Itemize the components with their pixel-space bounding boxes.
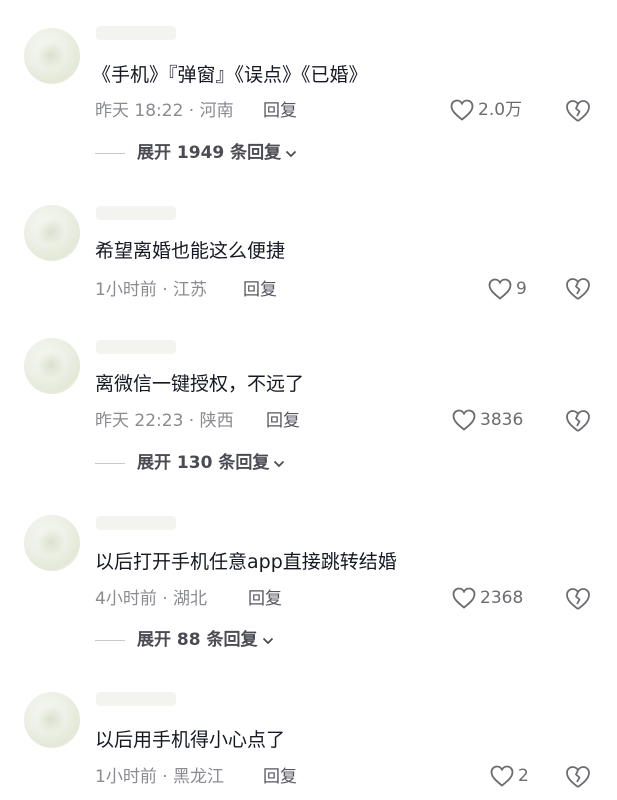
heart-outline-icon [490,765,514,787]
chevron-down-icon [262,631,274,650]
comment-text: 《手机》『弹窗』《误点》《已婚》 [92,64,368,86]
broken-heart-icon [565,99,591,123]
avatar[interactable] [24,692,80,748]
broken-heart-icon [565,765,591,789]
expand-replies-label: 展开 1949 条回复 [137,143,282,163]
reply-button[interactable]: 回复 [243,278,277,302]
heart-outline-icon [450,99,474,121]
heart-outline-icon [488,278,512,300]
username-placeholder [96,206,176,220]
expand-replies-button[interactable]: 展开 1949 条回复 [95,141,297,165]
expand-replies-label: 展开 130 条回复 [137,453,270,473]
comment-meta: 昨天 18:22 · 河南 [95,101,234,121]
like-count: 2 [518,766,529,786]
reply-button[interactable]: 回复 [266,409,300,433]
reply-button[interactable]: 回复 [263,765,297,789]
username-placeholder [96,340,176,354]
chevron-down-icon [285,144,297,163]
dislike-button[interactable] [565,765,591,789]
comment-text: 离微信一键授权，不远了 [95,373,305,395]
dislike-button[interactable] [565,409,591,433]
reply-button[interactable]: 回复 [263,99,297,123]
avatar[interactable] [24,338,80,394]
broken-heart-icon [565,277,591,301]
comment-meta: 昨天 22:23 · 陕西 [95,411,234,431]
avatar[interactable] [24,205,80,261]
heart-outline-icon [452,409,476,431]
broken-heart-icon [565,587,591,611]
like-count: 3836 [480,410,524,430]
comment-meta: 1小时前 · 黑龙江 [95,767,225,787]
broken-heart-icon [565,409,591,433]
like-count: 9 [516,279,527,299]
expand-replies-button[interactable]: 展开 88 条回复 [95,628,274,652]
like-button[interactable]: 2.0万 [450,98,522,122]
comment-meta: 4小时前 · 湖北 [95,589,208,609]
dislike-button[interactable] [565,277,591,301]
comment-text: 以后用手机得小心点了 [95,729,286,751]
username-placeholder [96,692,176,706]
like-button[interactable]: 9 [488,277,527,301]
username-placeholder [96,516,176,530]
reply-button[interactable]: 回复 [248,587,282,611]
divider-line [95,152,125,154]
comment-meta: 1小时前 · 江苏 [95,280,208,300]
like-count: 2368 [480,588,524,608]
heart-outline-icon [452,587,476,609]
chevron-down-icon [273,454,285,473]
comment-text: 以后打开手机任意app直接跳转结婚 [95,551,397,573]
avatar[interactable] [24,28,80,84]
dislike-button[interactable] [565,587,591,611]
divider-line [95,639,125,641]
like-count: 2.0万 [478,100,523,120]
dislike-button[interactable] [565,99,591,123]
comment-text: 希望离婚也能这么便捷 [95,240,286,262]
like-button[interactable]: 3836 [452,408,523,432]
expand-replies-label: 展开 88 条回复 [137,630,258,650]
username-placeholder [96,26,176,40]
divider-line [95,462,125,464]
like-button[interactable]: 2 [490,764,529,788]
expand-replies-button[interactable]: 展开 130 条回复 [95,451,285,475]
avatar[interactable] [24,515,80,571]
like-button[interactable]: 2368 [452,586,523,610]
